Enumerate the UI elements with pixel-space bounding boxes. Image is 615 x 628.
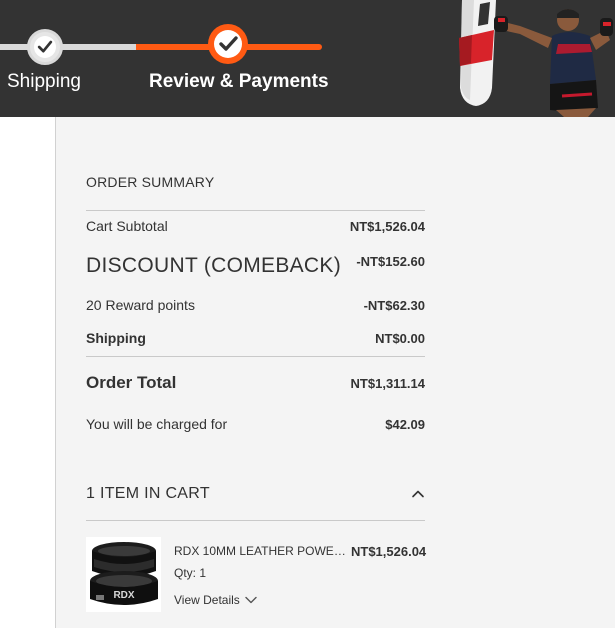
summary-row-charged: You will be charged for $42.09 bbox=[86, 416, 425, 432]
product-price: NT$1,526.04 bbox=[351, 544, 427, 559]
order-summary-title: ORDER SUMMARY bbox=[86, 174, 215, 190]
summary-row-label: Shipping bbox=[86, 330, 146, 346]
summary-row-shipping: Shipping NT$0.00 bbox=[86, 330, 425, 346]
step-shipping-check-icon[interactable] bbox=[27, 29, 63, 65]
step-review-payments-label: Review & Payments bbox=[149, 71, 329, 92]
product-name[interactable]: RDX 10MM LEATHER POWERLIFTING LEVER BELT bbox=[174, 544, 354, 558]
summary-row-value: NT$0.00 bbox=[375, 331, 425, 346]
summary-row-label: 20 Reward points bbox=[86, 297, 195, 313]
divider bbox=[86, 520, 425, 521]
summary-row-reward-points: 20 Reward points -NT$62.30 bbox=[86, 297, 425, 313]
chevron-up-icon[interactable] bbox=[411, 487, 425, 501]
summary-row-value: NT$1,526.04 bbox=[349, 219, 425, 234]
divider bbox=[86, 356, 425, 357]
charged-value: $42.09 bbox=[385, 417, 425, 432]
step-shipping-label[interactable]: Shipping bbox=[7, 71, 81, 93]
boxer-banner-image bbox=[459, 0, 613, 117]
checkmark-icon bbox=[37, 40, 53, 53]
summary-row-discount: DISCOUNT (COMEBACK) -NT$152.60 bbox=[86, 254, 425, 278]
checkmark-icon bbox=[219, 36, 238, 51]
order-total-value: NT$1,311.14 bbox=[350, 376, 425, 391]
summary-row-label: DISCOUNT (COMEBACK) bbox=[86, 254, 341, 277]
cart-toggle[interactable]: 1 ITEM IN CART bbox=[86, 485, 425, 503]
chevron-down-icon bbox=[245, 596, 257, 604]
product-thumbnail[interactable]: RDX bbox=[86, 537, 161, 612]
progress-track-complete bbox=[0, 44, 136, 50]
view-details-link[interactable]: View Details bbox=[174, 593, 258, 607]
summary-row-value: -NT$62.30 bbox=[363, 298, 425, 313]
svg-text:RDX: RDX bbox=[113, 590, 134, 601]
summary-row-order-total: Order Total NT$1,311.14 bbox=[86, 373, 425, 393]
product-qty: Qty: 1 bbox=[174, 566, 207, 580]
charged-label: You will be charged for bbox=[86, 416, 228, 432]
summary-row-subtotal: Cart Subtotal NT$1,526.04 bbox=[86, 218, 425, 234]
divider bbox=[86, 210, 425, 211]
step-review-payments-check-icon bbox=[208, 24, 248, 64]
order-total-label: Order Total bbox=[86, 373, 177, 392]
summary-row-label: Cart Subtotal bbox=[86, 218, 168, 234]
view-details-label: View Details bbox=[174, 593, 240, 607]
cart-title: 1 ITEM IN CART bbox=[86, 485, 210, 502]
summary-row-value: -NT$152.60 bbox=[356, 254, 425, 269]
checkout-header: Shipping Review & Payments bbox=[0, 0, 615, 117]
